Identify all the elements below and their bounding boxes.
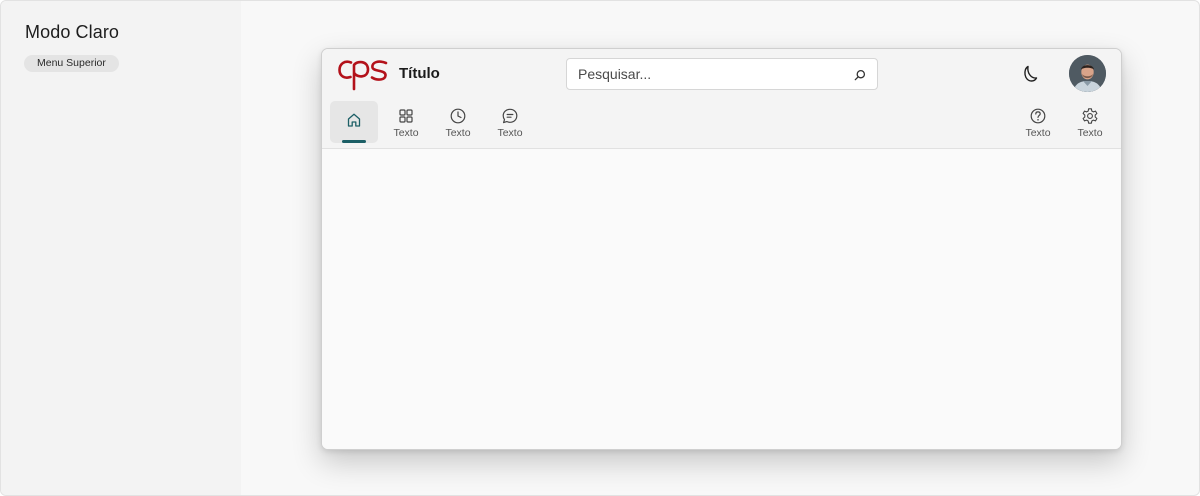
side-panel: Modo Claro Menu Superior xyxy=(1,1,241,495)
nav-item-chat[interactable]: Texto xyxy=(486,101,534,143)
active-indicator xyxy=(342,140,366,143)
nav-item-help[interactable]: Texto xyxy=(1014,101,1062,143)
app-window: Título Pesquisar... Texto Texto Texto Te… xyxy=(321,48,1122,450)
nav-item-settings[interactable]: Texto xyxy=(1066,101,1114,143)
canvas-frame: Modo Claro Menu Superior Título Pesquisa… xyxy=(0,0,1200,496)
user-avatar[interactable] xyxy=(1069,55,1106,92)
content-area xyxy=(322,149,1121,449)
nav-item-label: Texto xyxy=(393,127,419,139)
side-panel-title: Modo Claro xyxy=(25,22,120,42)
chat-icon xyxy=(501,107,519,125)
nav-item-label: Texto xyxy=(497,127,523,139)
nav-item-label: Texto xyxy=(1077,127,1103,139)
grid-icon xyxy=(397,107,415,125)
search-input[interactable] xyxy=(567,59,847,89)
help-icon xyxy=(1029,107,1047,125)
moon-icon[interactable] xyxy=(1019,63,1041,85)
search-icon[interactable] xyxy=(854,68,866,86)
variant-chip: Menu Superior xyxy=(24,55,119,72)
search-box[interactable] xyxy=(566,58,878,90)
home-icon xyxy=(345,107,363,127)
cps-logo xyxy=(337,57,389,96)
nav-item-grid[interactable]: Texto xyxy=(382,101,430,143)
app-title: Título xyxy=(399,65,440,82)
nav-item-label: Texto xyxy=(445,127,471,139)
nav-item-history[interactable]: Texto xyxy=(434,101,482,143)
gear-icon xyxy=(1081,107,1099,125)
top-menu: Título Pesquisar... Texto Texto Texto Te… xyxy=(322,49,1121,149)
nav-item-label: Texto xyxy=(1025,127,1051,139)
clock-icon xyxy=(449,107,467,125)
nav-item-home[interactable] xyxy=(330,101,378,143)
